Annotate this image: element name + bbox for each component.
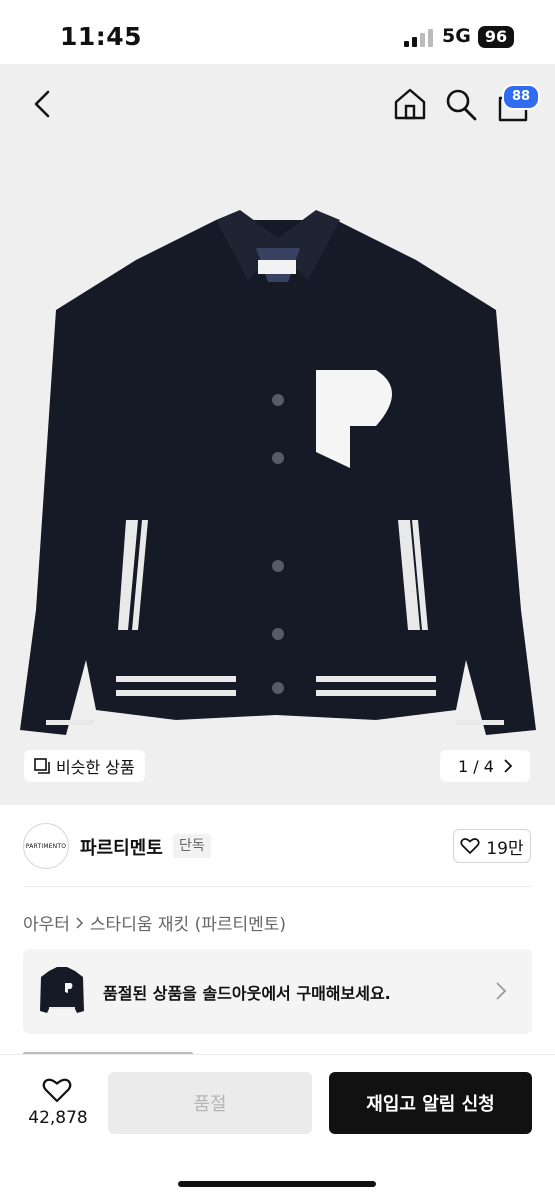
- similar-products-label: 비슷한 상품: [56, 758, 135, 777]
- back-icon[interactable]: [28, 88, 56, 120]
- product-thumbnail: [40, 967, 84, 1013]
- chevron-right-icon: [76, 916, 83, 929]
- brand-name[interactable]: 파르티멘토: [80, 834, 163, 860]
- signal-icon: [404, 29, 433, 47]
- network-type: 5G: [442, 25, 471, 47]
- cart-count-badge: 88: [502, 84, 540, 110]
- status-time: 11:45: [60, 22, 143, 51]
- breadcrumb-product[interactable]: 스타디움 재킷 (파르티멘토): [90, 910, 286, 935]
- breadcrumb-category[interactable]: 아우터: [23, 910, 70, 935]
- similar-icon: [34, 758, 50, 774]
- heart-icon: [460, 838, 480, 854]
- breadcrumb: 아우터 스타디움 재킷 (파르티멘토): [23, 910, 286, 935]
- home-icon[interactable]: [392, 86, 428, 122]
- restock-alert-button[interactable]: 재입고 알림 신청: [329, 1072, 532, 1134]
- divider: [23, 886, 532, 887]
- product-image-gallery[interactable]: [0, 64, 555, 805]
- battery-icon: 96: [478, 26, 514, 48]
- soldout-button: 품절: [108, 1072, 312, 1134]
- chevron-right-icon: [496, 982, 507, 1000]
- product-image-jacket: [20, 210, 536, 735]
- wishlist-heart-icon[interactable]: [42, 1077, 72, 1103]
- soldout-banner-text: 품절된 상품을 솔드아웃에서 구매해보세요.: [103, 984, 391, 1003]
- gallery-counter: 1 / 4: [458, 756, 494, 776]
- search-icon[interactable]: [444, 86, 478, 122]
- exclusive-badge: 단독: [173, 834, 211, 858]
- brand-logo[interactable]: PARTIMENTO: [23, 823, 69, 869]
- brand-logo-text: PARTIMENTO: [25, 842, 67, 850]
- soldout-market-banner[interactable]: 품절된 상품을 솔드아웃에서 구매해보세요.: [23, 949, 532, 1034]
- chevron-right-icon: [504, 759, 512, 773]
- similar-products-button[interactable]: 비슷한 상품: [24, 750, 145, 782]
- home-indicator: [178, 1181, 376, 1187]
- wishlist-count: 42,878: [28, 1108, 88, 1128]
- brand-like-count: 19만: [486, 838, 524, 859]
- brand-like-button[interactable]: 19만: [453, 829, 531, 863]
- gallery-counter-button[interactable]: 1 / 4: [440, 750, 530, 782]
